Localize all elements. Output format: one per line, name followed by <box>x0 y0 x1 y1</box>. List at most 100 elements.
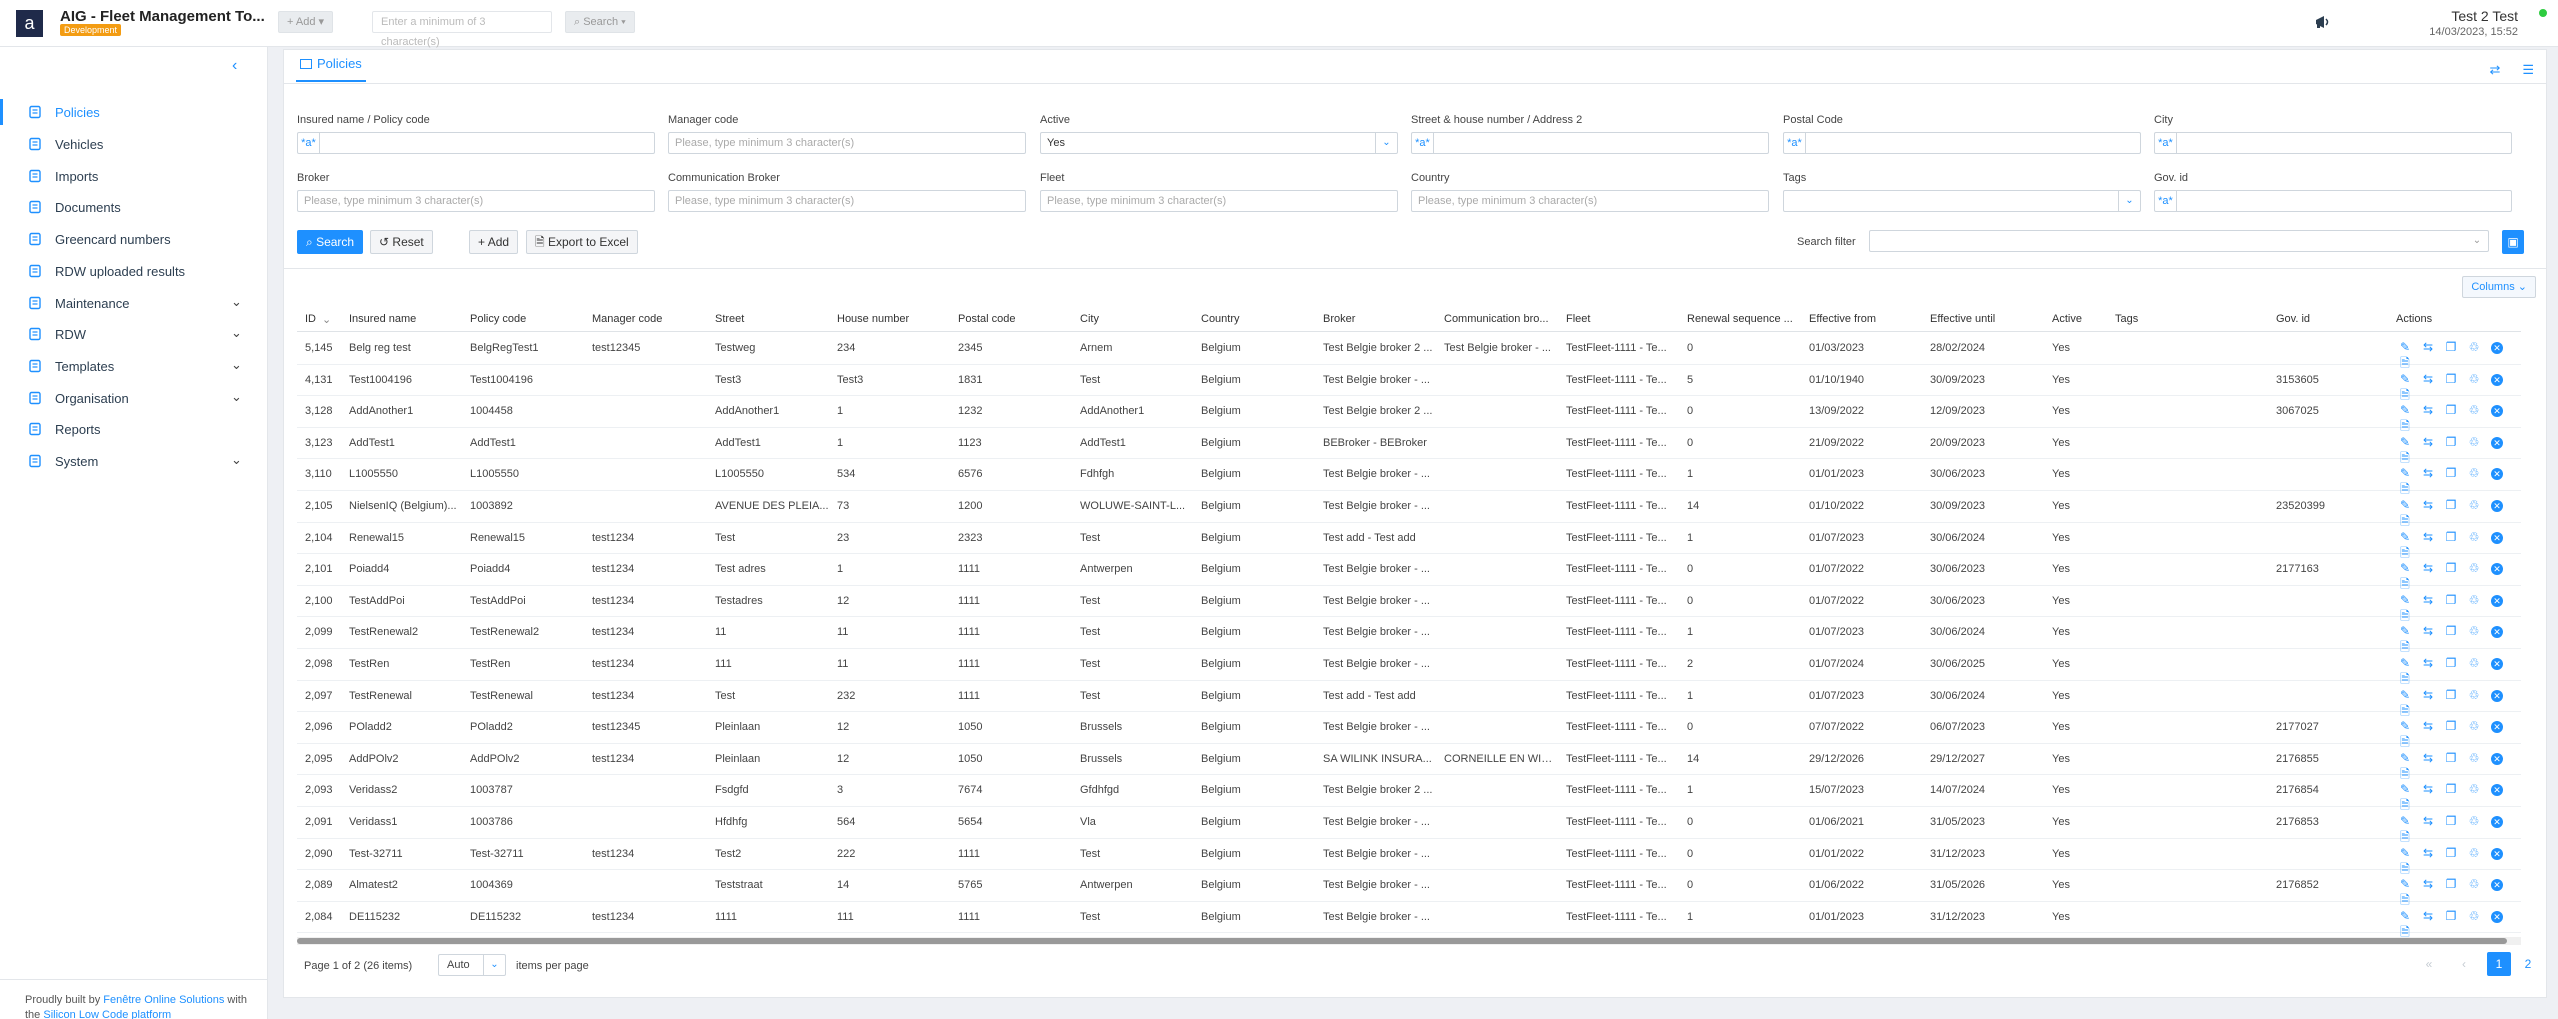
table-row[interactable]: 3,110 L1005550 L1005550 L1005550 534 6576 Fdhf… <box>297 459 2521 496</box>
column-header[interactable]: Gov. id <box>2276 313 2391 325</box>
table-row[interactable]: 2,095 AddPOlv2 AddPOlv2 test1234 Pleinlaan 12… <box>297 744 2521 781</box>
tab-policies[interactable]: Policies <box>296 56 366 82</box>
copy-icon[interactable]: ❐ <box>2442 750 2460 766</box>
cancel-icon[interactable]: ✕ <box>2491 879 2503 892</box>
copy-icon[interactable]: ❐ <box>2442 687 2460 703</box>
collapse-sidebar-icon[interactable]: ‹ <box>232 57 237 75</box>
chevron-down-icon[interactable]: ⌄ <box>1375 133 1397 153</box>
prev-page-icon[interactable]: ‹ <box>2452 952 2476 976</box>
gov-id-input[interactable]: *a* <box>2154 190 2512 212</box>
table-row[interactable]: 2,099 TestRenewal2 TestRenewal2 test1234 11 1… <box>297 617 2521 654</box>
table-row[interactable]: 2,089 Almatest2 1004369 Teststraat 14 5765 Ant… <box>297 870 2521 907</box>
table-row[interactable]: 2,091 Veridass1 1003786 Hfdhfg 564 5654 Vla Bel… <box>297 807 2521 844</box>
sidebar-item-reports[interactable]: Reports <box>0 414 268 444</box>
pencil-icon[interactable]: ✎ <box>2396 718 2414 734</box>
column-header[interactable]: Insured name <box>349 313 464 325</box>
renew-icon[interactable]: ♲ <box>2465 592 2483 608</box>
renew-icon[interactable]: ♲ <box>2465 371 2483 387</box>
page-2-button[interactable]: 2 <box>2516 952 2540 976</box>
pencil-icon[interactable]: ✎ <box>2396 465 2414 481</box>
pencil-icon[interactable]: ✎ <box>2396 908 2414 924</box>
sidebar-item-system[interactable]: System ⌄ <box>0 446 268 476</box>
renew-icon[interactable]: ♲ <box>2465 623 2483 639</box>
cancel-icon[interactable]: ✕ <box>2491 405 2503 418</box>
save-filter-button[interactable]: ▣ <box>2502 230 2524 254</box>
add-button[interactable]: + Add <box>469 230 519 254</box>
copy-icon[interactable]: ❐ <box>2442 402 2460 418</box>
broker-input[interactable]: Please, type minimum 3 character(s) <box>297 190 655 212</box>
renew-icon[interactable]: ♲ <box>2465 434 2483 450</box>
column-header[interactable]: Effective until <box>1930 313 2045 325</box>
transfer-icon[interactable]: ⇆ <box>2419 529 2437 545</box>
megaphone-icon[interactable] <box>2314 14 2332 30</box>
silicon-link[interactable]: Silicon Low Code platform <box>43 1009 171 1019</box>
transfer-icon[interactable]: ⇆ <box>2419 845 2437 861</box>
column-header[interactable]: Policy code <box>470 313 585 325</box>
comm-broker-input[interactable]: Please, type minimum 3 character(s) <box>668 190 1026 212</box>
copy-icon[interactable]: ❐ <box>2442 623 2460 639</box>
pencil-icon[interactable]: ✎ <box>2396 750 2414 766</box>
pencil-icon[interactable]: ✎ <box>2396 371 2414 387</box>
copy-icon[interactable]: ❐ <box>2442 813 2460 829</box>
renew-icon[interactable]: ♲ <box>2465 813 2483 829</box>
table-row[interactable]: 3,123 AddTest1 AddTest1 AddTest1 1 1123 AddTes… <box>297 428 2521 465</box>
table-row[interactable]: 2,098 TestRen TestRen test1234 111 11 1111 Test… <box>297 649 2521 686</box>
table-row[interactable]: 2,101 Poiadd4 Poiadd4 test1234 Test adres 1 11… <box>297 554 2521 591</box>
sidebar-item-vehicles[interactable]: Vehicles <box>0 129 268 159</box>
reset-button[interactable]: ↺ Reset <box>370 230 433 254</box>
fenetre-link[interactable]: Fenêtre Online Solutions <box>103 994 224 1006</box>
copy-icon[interactable]: ❐ <box>2442 592 2460 608</box>
cancel-icon[interactable]: ✕ <box>2491 752 2503 765</box>
table-row[interactable]: 2,097 TestRenewal TestRenewal test1234 Test 2… <box>297 681 2521 718</box>
column-header[interactable]: Effective from <box>1809 313 1924 325</box>
cancel-icon[interactable]: ✕ <box>2491 468 2503 481</box>
wildcard-prefix[interactable]: *a* <box>1412 133 1434 153</box>
transfer-icon[interactable]: ⇆ <box>2419 402 2437 418</box>
transfer-icon[interactable]: ⇆ <box>2419 750 2437 766</box>
global-search-input[interactable]: Enter a minimum of 3 character(s) <box>372 11 552 48</box>
manager-input[interactable]: Please, type minimum 3 character(s) <box>668 132 1026 154</box>
transfer-icon[interactable]: ⇆ <box>2419 813 2437 829</box>
column-header[interactable]: Postal code <box>958 313 1073 325</box>
transfer-icon[interactable]: ⇆ <box>2419 560 2437 576</box>
tags-select[interactable]: ⌄ <box>1783 190 2141 212</box>
table-row[interactable]: 2,100 TestAddPoi TestAddPoi test1234 Testadr… <box>297 586 2521 623</box>
copy-icon[interactable]: ❐ <box>2442 465 2460 481</box>
scrollbar-thumb[interactable] <box>297 938 2507 944</box>
pencil-icon[interactable]: ✎ <box>2396 876 2414 892</box>
transfer-icon[interactable]: ⇆ <box>2419 434 2437 450</box>
wildcard-prefix[interactable]: *a* <box>2155 191 2177 211</box>
table-row[interactable]: 2,104 Renewal15 Renewal15 test1234 Test 23 232… <box>297 523 2521 560</box>
cancel-icon[interactable]: ✕ <box>2491 594 2503 607</box>
transfer-icon[interactable]: ⇆ <box>2419 339 2437 355</box>
cancel-icon[interactable]: ✕ <box>2491 563 2503 576</box>
copy-icon[interactable]: ❐ <box>2442 908 2460 924</box>
cancel-icon[interactable]: ✕ <box>2491 342 2503 354</box>
sort-desc-icon[interactable]: ⌄ <box>322 313 331 326</box>
renew-icon[interactable]: ♲ <box>2465 718 2483 734</box>
pencil-icon[interactable]: ✎ <box>2396 560 2414 576</box>
column-header[interactable]: Street <box>715 313 830 325</box>
copy-icon[interactable]: ❐ <box>2442 497 2460 513</box>
pencil-icon[interactable]: ✎ <box>2396 434 2414 450</box>
pencil-icon[interactable]: ✎ <box>2396 529 2414 545</box>
column-header[interactable]: Manager code <box>592 313 707 325</box>
search-filter-select[interactable]: ⌄ <box>1869 230 2489 252</box>
chevron-down-icon[interactable]: ⌄ <box>231 357 242 373</box>
fleet-input[interactable]: Please, type minimum 3 character(s) <box>1040 190 1398 212</box>
column-header[interactable]: Communication bro... <box>1444 313 1554 325</box>
copy-icon[interactable]: ❐ <box>2442 339 2460 355</box>
transfer-icon[interactable]: ⇆ <box>2419 465 2437 481</box>
renew-icon[interactable]: ♲ <box>2465 402 2483 418</box>
table-row[interactable]: 5,145 Belg reg test BelgRegTest1 test12345 T… <box>297 333 2521 370</box>
copy-icon[interactable]: ❐ <box>2442 371 2460 387</box>
export-excel-button[interactable]: 🗎 Export to Excel <box>526 230 638 254</box>
active-select[interactable]: Yes ⌄ <box>1040 132 1398 154</box>
columns-button[interactable]: Columns ⌄ <box>2462 276 2536 298</box>
transfer-icon[interactable]: ⇆ <box>2419 908 2437 924</box>
cancel-icon[interactable]: ✕ <box>2491 658 2503 670</box>
sidebar-item-documents[interactable]: Documents <box>0 192 268 222</box>
cancel-icon[interactable]: ✕ <box>2491 626 2503 639</box>
sidebar-item-maintenance[interactable]: Maintenance ⌄ <box>0 288 268 318</box>
transfer-icon[interactable]: ⇆ <box>2419 623 2437 639</box>
